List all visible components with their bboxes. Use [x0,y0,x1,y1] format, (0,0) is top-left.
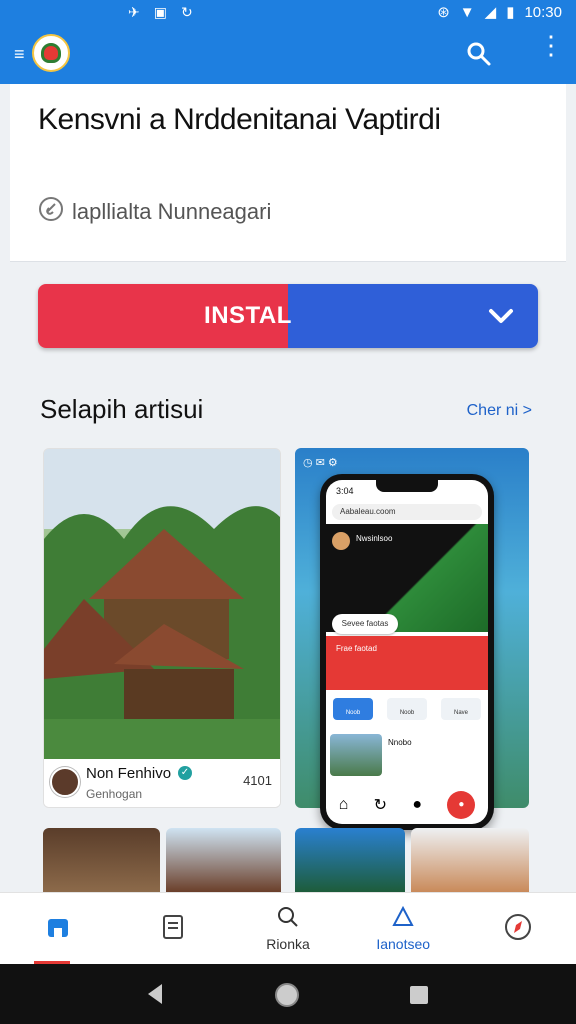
phone-fab: ● [447,791,476,819]
status-left-icons: ✈ ▣ ↻ [128,4,193,21]
wifi-icon: ▼ [459,3,475,21]
phone-bottom-bar: ⌂ ↻ ● ● [326,786,488,824]
chevron-down-icon[interactable] [488,306,514,331]
nav-search[interactable]: Rionka [230,893,345,964]
phone-action: Nave [441,698,481,720]
app-bar: ≡ ⋮ [0,26,576,84]
phone-list-item: Nnobo [330,734,484,780]
search-icon [276,905,300,932]
screenshot-image [44,449,280,759]
signal-icon: ◢ [484,4,497,21]
developer-row[interactable]: lapllialta Nunneagari [38,196,271,228]
phone-thumb [330,734,382,776]
search-icon[interactable] [466,41,492,72]
caption-sub: Genhogan [86,787,143,801]
app-header-card: Kensvni a Nrddenitanai Vaptirdi lapllial… [10,84,566,262]
nav-label: Rionka [266,936,310,952]
refresh-icon: ↻ [373,797,388,814]
back-icon[interactable] [144,982,166,1011]
home-button-icon[interactable] [274,982,300,1013]
system-nav [0,964,576,1024]
caption-count: 4101 [243,773,272,788]
phone-mockup: 3:04 Aabaleau.coom Nwsinlsoo Sevee faota… [320,474,494,830]
battery-icon: ▮ [506,4,515,21]
document-icon [159,913,187,944]
nav-documents[interactable] [115,893,230,964]
screenshot-thumb[interactable] [411,828,529,892]
home-icon: ⌂ [338,796,349,813]
section-title: Selapih artisui [40,394,204,424]
developer-name: lapllialta Nunneagari [72,199,272,224]
more-vert-icon[interactable]: ⋮ [538,32,564,58]
screenshot-card[interactable]: Non Fenhivo ✓ Genhogan 4101 [43,448,281,808]
screenshot-caption: Non Fenhivo ✓ Genhogan 4101 [44,759,280,807]
screenshot-thumb[interactable] [295,828,405,892]
link-icon [38,196,64,228]
caption-name: Non Fenhivo [86,765,172,782]
record-icon: ● [412,796,423,813]
phone-banner: Frae faotad [326,636,488,690]
nav-home[interactable] [0,893,115,964]
status-time: 10:30 [524,3,562,21]
compass-icon [503,912,533,945]
install-label: INSTAL [204,302,292,329]
recents-icon[interactable] [410,986,428,1004]
phone-actions: Noob Noob Nave [326,692,488,726]
notification-icon: ✈ [128,4,140,20]
bottom-nav: Rionka Ianotseo [0,892,576,964]
phone-item-title: Nnobo [388,738,412,747]
app-logo[interactable] [32,34,70,72]
phone-screen: 3:04 Aabaleau.coom Nwsinlsoo Sevee faota… [326,480,488,824]
phone-action: Noob [333,698,373,720]
screenshot-thumb[interactable] [43,828,160,892]
app-title: Kensvni a Nrddenitanai Vaptirdi [38,103,441,136]
screenshot-thumb[interactable] [166,828,281,892]
apps-icon [391,905,415,932]
nav-label: Ianotseo [376,936,431,952]
phone-banner-text: Frae faotad [336,644,377,653]
verified-icon: ✓ [178,766,192,780]
vpn-icon: ⊛ [437,4,450,21]
install-button[interactable]: INSTAL [38,284,538,348]
avatar [50,767,80,797]
status-bar: ✈ ▣ ↻ ⊛ ▼ ◢ ▮ 10:30 [0,0,576,26]
image-icon: ▣ [153,4,167,20]
status-right-icons: ⊛ ▼ ◢ ▮ 10:30 [437,3,562,22]
phone-url-bar: Aabaleau.coom [332,504,482,520]
nav-explore[interactable] [461,893,576,964]
nav-apps[interactable]: Ianotseo [346,893,461,964]
phone-pill: Sevee faotas [332,614,398,634]
see-more-link[interactable]: Cher ni > [467,402,532,420]
screenshot-topbar: ◷ ✉ ⚙ [303,457,338,469]
menu-icon[interactable]: ≡ [14,44,25,65]
phone-video-title: Nwsinlsoo [356,534,393,543]
avatar [332,532,350,550]
phone-status-time: 3:04 [336,486,354,496]
home-icon [44,913,72,944]
phone-action: Noob [387,698,427,720]
sync-icon: ↻ [180,4,193,20]
